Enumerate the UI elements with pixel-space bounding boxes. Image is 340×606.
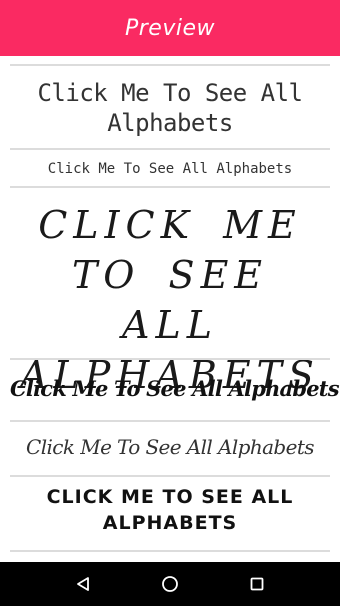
font-preview-item-1[interactable]: Click Me To See All Alphabets	[10, 78, 330, 142]
back-triangle-icon	[77, 577, 90, 591]
system-navigation-bar	[0, 562, 340, 606]
home-circle-icon	[162, 576, 178, 592]
divider	[10, 186, 330, 188]
home-button[interactable]	[148, 562, 192, 606]
font-preview-item-3[interactable]: CLICK ME TO SEE ALL ALPHABETS	[10, 200, 330, 397]
back-button[interactable]	[61, 562, 105, 606]
font-preview-item-2[interactable]: Click Me To See All Alphabets	[10, 158, 330, 180]
font-preview-item-5[interactable]: Click Me To See All Alphabets	[10, 432, 330, 462]
font-preview-list[interactable]: Click Me To See All Alphabets Click Me T…	[0, 0, 340, 562]
divider	[10, 550, 330, 552]
divider	[10, 64, 330, 66]
recents-button[interactable]	[235, 562, 279, 606]
divider	[10, 358, 330, 360]
divider	[10, 475, 330, 477]
preview-screen: Preview Click Me To See All Alphabets Cl…	[0, 0, 340, 606]
recents-square-icon	[250, 577, 264, 591]
divider	[10, 148, 330, 150]
font-preview-item-6[interactable]: Click me to See All Alphabets	[10, 484, 330, 540]
font-preview-item-4[interactable]: Click Me To See All Alphabets	[10, 372, 340, 406]
divider	[10, 420, 330, 422]
